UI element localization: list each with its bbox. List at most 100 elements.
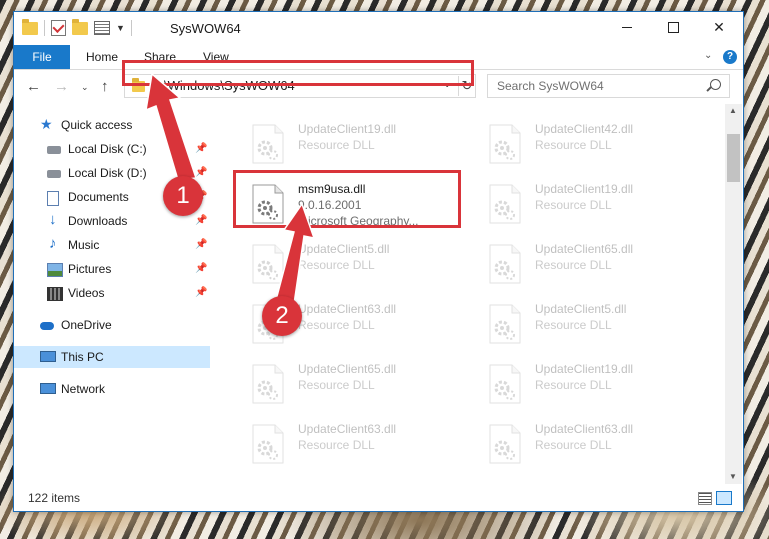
folder-icon — [22, 18, 38, 35]
scroll-up-icon[interactable]: ▲ — [729, 106, 737, 115]
scrollbar-thumb[interactable] — [727, 134, 740, 182]
file-name: UpdateClient19.dll — [298, 122, 397, 136]
file-tile[interactable]: UpdateClient42.dll Resource DLL — [476, 116, 700, 172]
sidebar-item-videos[interactable]: Videos 📌 — [14, 282, 210, 304]
new-folder-icon[interactable] — [72, 18, 88, 35]
address-path[interactable]: C:\Windows\SysWOW64 — [151, 78, 295, 93]
minimize-button[interactable] — [604, 12, 650, 42]
customize-toolbar-chevron-icon[interactable]: ▼ — [116, 23, 125, 33]
help-icon[interactable]: ? — [723, 50, 737, 64]
dll-file-icon — [488, 244, 522, 284]
details-view-icon[interactable] — [698, 492, 712, 505]
sidebar-item-quick-access[interactable]: Quick access — [14, 114, 210, 136]
title-bar: ▼ SysWOW64 ✕ — [14, 12, 743, 45]
quick-access-toolbar: ▼ — [22, 18, 132, 36]
dll-file-icon — [488, 424, 522, 464]
file-tile[interactable]: UpdateClient19.dll Resource DLL — [476, 356, 700, 412]
file-name: msm9usa.dll — [298, 182, 366, 196]
file-tile[interactable]: UpdateClient65.dll Resource DLL — [476, 236, 700, 292]
address-bar[interactable]: C:\Windows\SysWOW64 ⌄ ↻ — [124, 74, 476, 98]
sidebar-item-onedrive[interactable]: OneDrive — [14, 314, 210, 336]
tab-file[interactable]: File — [14, 45, 70, 69]
sidebar-item-label: Videos — [68, 286, 105, 300]
callout-badge-1: 1 — [163, 176, 203, 216]
file-tile[interactable]: UpdateClient5.dll Resource DLL — [476, 296, 700, 352]
tab-home[interactable]: Home — [86, 45, 118, 69]
tab-view[interactable]: View — [203, 45, 229, 69]
back-button[interactable]: ← — [26, 78, 41, 95]
sidebar-item-label: Local Disk (C:) — [68, 142, 147, 156]
documents-icon — [47, 191, 59, 206]
sidebar-item-label: Pictures — [68, 262, 112, 276]
sidebar-item-network[interactable]: Network — [14, 378, 210, 400]
file-detail: Resource DLL — [298, 438, 375, 452]
properties-check-icon[interactable] — [51, 20, 66, 36]
file-detail: Resource DLL — [298, 138, 375, 152]
file-detail: Resource DLL — [535, 438, 612, 452]
large-icons-view-icon[interactable] — [716, 491, 732, 505]
vertical-scrollbar[interactable]: ▲ ▼ — [725, 104, 742, 484]
file-tile[interactable]: UpdateClient19.dll Resource DLL — [239, 116, 463, 172]
file-tile[interactable]: msm9usa.dll 9.0.16.2001 Microsoft Geograph… — [239, 176, 463, 232]
close-button[interactable]: ✕ — [696, 12, 742, 42]
dll-file-icon — [251, 244, 285, 284]
file-name: UpdateClient19.dll — [535, 182, 634, 196]
folder-icon — [132, 78, 145, 92]
maximize-icon — [667, 21, 679, 33]
file-name: UpdateClient5.dll — [298, 242, 390, 256]
minimize-icon — [622, 26, 632, 28]
up-button[interactable]: ↑ — [101, 78, 109, 95]
pin-icon[interactable]: 📌 — [195, 263, 207, 274]
recent-locations-chevron-icon[interactable]: ⌄ — [81, 82, 89, 93]
dll-file-icon — [251, 184, 285, 224]
sidebar-item-label: Music — [68, 238, 100, 252]
item-count: 122 items — [28, 491, 81, 505]
file-name: UpdateClient5.dll — [535, 302, 627, 316]
sidebar-item-label: Documents — [68, 190, 129, 204]
sidebar-item-pictures[interactable]: Pictures 📌 — [14, 258, 210, 280]
sidebar-item-music[interactable]: Music 📌 — [14, 234, 210, 256]
pin-icon[interactable]: 📌 — [195, 143, 207, 154]
maximize-button[interactable] — [650, 12, 696, 42]
sidebar-item-this-pc[interactable]: This PC — [14, 346, 210, 368]
file-tile[interactable]: UpdateClient63.dll Resource DLL — [239, 416, 463, 472]
sidebar-item-label: Local Disk (D:) — [68, 166, 147, 180]
pin-icon[interactable]: 📌 — [195, 239, 207, 250]
sidebar-item-label: Downloads — [68, 214, 128, 228]
file-name: UpdateClient63.dll — [298, 302, 397, 316]
forward-button[interactable]: → — [54, 78, 69, 95]
tab-share[interactable]: Share — [144, 45, 176, 69]
expand-ribbon-chevron-icon[interactable]: ⌄ — [704, 50, 712, 61]
file-name: UpdateClient42.dll — [535, 122, 634, 136]
file-name: UpdateClient63.dll — [535, 422, 634, 436]
search-box[interactable]: Search SysWOW64 — [487, 74, 730, 98]
network-icon — [40, 383, 56, 394]
file-description: Microsoft Geography... — [298, 214, 419, 228]
properties-icon[interactable] — [94, 21, 110, 35]
dll-file-icon — [488, 124, 522, 164]
dll-file-icon — [488, 364, 522, 404]
toolbar-separator — [130, 20, 132, 36]
sidebar-item-label: OneDrive — [61, 318, 112, 332]
file-tile[interactable]: UpdateClient65.dll Resource DLL — [239, 356, 463, 412]
file-tile[interactable]: UpdateClient63.dll Resource DLL — [476, 416, 700, 472]
scroll-down-icon[interactable]: ▼ — [729, 472, 737, 481]
dll-file-icon — [488, 304, 522, 344]
close-icon: ✕ — [713, 18, 725, 35]
sidebar-item-local-disk-c[interactable]: Local Disk (C:) 📌 — [14, 138, 210, 160]
pin-icon[interactable]: 📌 — [195, 167, 207, 178]
explorer-window: ▼ SysWOW64 ✕ File Home Share View ⌄ ? ← … — [13, 11, 744, 512]
file-detail: Resource DLL — [298, 258, 375, 272]
search-input[interactable]: Search SysWOW64 — [497, 79, 604, 93]
toolbar-separator — [44, 20, 45, 36]
dll-file-icon — [488, 184, 522, 224]
refresh-icon[interactable]: ↻ — [458, 76, 475, 96]
file-tile[interactable]: UpdateClient19.dll Resource DLL — [476, 176, 700, 232]
sidebar-item-label: Network — [61, 382, 106, 396]
pin-icon[interactable]: 📌 — [195, 215, 207, 226]
file-tile[interactable]: UpdateClient5.dll Resource DLL — [239, 236, 463, 292]
pin-icon[interactable]: 📌 — [195, 287, 207, 298]
address-dropdown-chevron-icon[interactable]: ⌄ — [443, 79, 451, 90]
drive-icon — [47, 146, 61, 154]
file-detail: Resource DLL — [535, 258, 612, 272]
